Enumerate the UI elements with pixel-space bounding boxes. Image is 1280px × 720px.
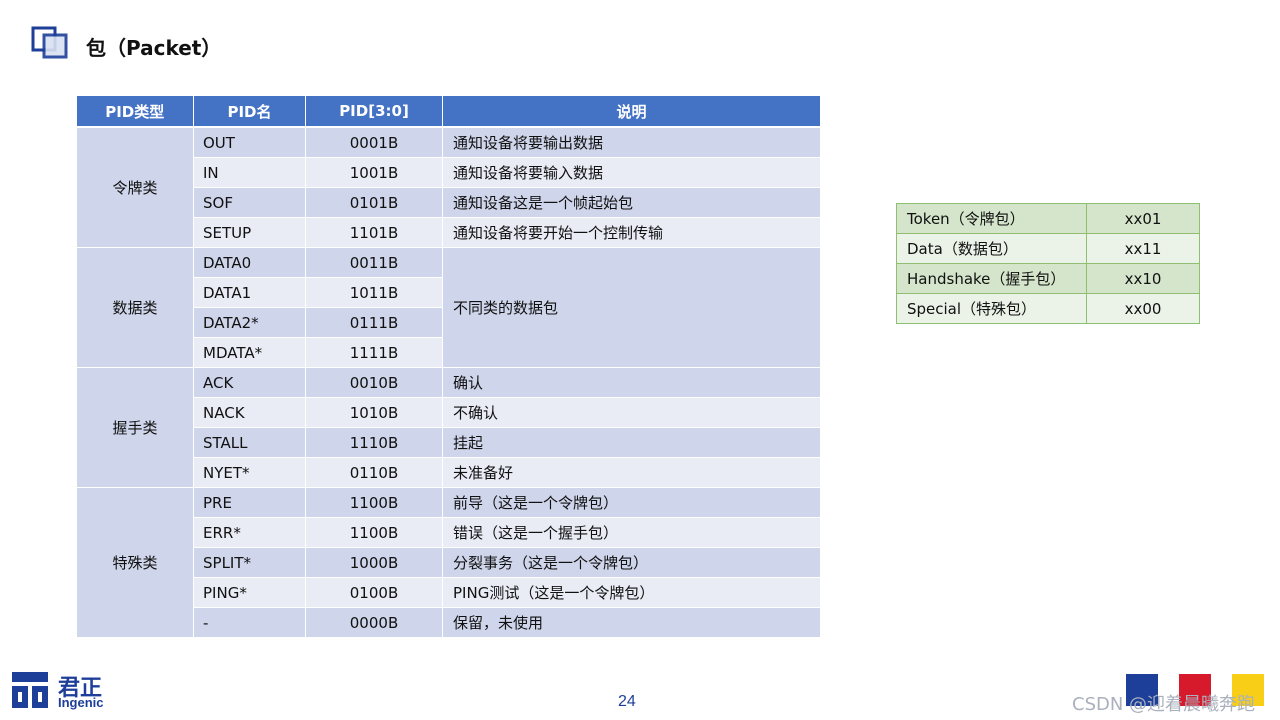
pid-code: 0100B xyxy=(305,577,443,608)
table-row: 特殊类 PRE 1100B 前导（这是一个令牌包） xyxy=(76,487,821,638)
group-special: 特殊类 xyxy=(76,487,194,638)
page-number: 24 xyxy=(618,693,636,710)
overlapping-squares-icon xyxy=(31,26,68,59)
summary-value: xx11 xyxy=(1086,233,1200,264)
pid-name: NACK xyxy=(193,397,306,428)
table-row: Data（数据包） xx11 xyxy=(896,233,1200,264)
group-handshake: 握手类 xyxy=(76,367,194,488)
pid-name: DATA2* xyxy=(193,307,306,338)
group-data: 数据类 xyxy=(76,247,194,368)
table-row: 数据类 DATA0 0011B 不同类的数据包 xyxy=(76,247,821,368)
pid-name: OUT xyxy=(193,126,306,158)
pid-code: 0000B xyxy=(305,607,443,638)
pid-code: 1011B xyxy=(305,277,443,308)
pid-code: 1100B xyxy=(305,517,443,548)
ingenic-mark-icon xyxy=(12,672,48,708)
header-pid-bits: PID[3:0] xyxy=(305,96,443,128)
pid-desc: 通知设备将要输出数据 xyxy=(442,126,821,158)
pid-desc: PING测试（这是一个令牌包） xyxy=(442,577,821,608)
csdn-watermark: CSDN @迎着晨曦奔跑 xyxy=(1072,694,1256,715)
pid-name: ACK xyxy=(193,367,306,398)
pid-code: 1111B xyxy=(305,337,443,368)
pid-name: STALL xyxy=(193,427,306,458)
pid-code: 1100B xyxy=(305,487,443,518)
header-pid-type: PID类型 xyxy=(76,96,194,128)
header-pid-name: PID名 xyxy=(193,96,306,128)
pid-name: DATA0 xyxy=(193,247,306,278)
pid-name: PRE xyxy=(193,487,306,518)
pid-code: 0011B xyxy=(305,247,443,278)
pid-desc: 未准备好 xyxy=(442,457,821,488)
pid-name: IN xyxy=(193,157,306,188)
pid-code: 0010B xyxy=(305,367,443,398)
pid-desc: 通知设备这是一个帧起始包 xyxy=(442,187,821,218)
table-row: Token（令牌包） xx01 xyxy=(896,203,1200,234)
pid-suffix-table: Token（令牌包） xx01 Data（数据包） xx11 Handshake… xyxy=(896,203,1200,324)
summary-value: xx10 xyxy=(1086,263,1200,294)
table-header-row: PID类型 PID名 PID[3:0] 说明 xyxy=(76,96,821,128)
table-row: 令牌类 OUT 0001B 通知设备将要输出数据 xyxy=(76,126,821,248)
pid-code: 1001B xyxy=(305,157,443,188)
table-row: Special（特殊包） xx00 xyxy=(896,293,1200,324)
table-row: Handshake（握手包） xx10 xyxy=(896,263,1200,294)
pid-name: PING* xyxy=(193,577,306,608)
logo-english-text: Ingenic xyxy=(58,695,104,710)
pid-desc: 挂起 xyxy=(442,427,821,458)
pid-desc: 保留，未使用 xyxy=(442,607,821,638)
page-title: 包（Packet） xyxy=(86,36,222,60)
header-description: 说明 xyxy=(442,96,821,128)
pid-name: NYET* xyxy=(193,457,306,488)
pid-name: ERR* xyxy=(193,517,306,548)
pid-desc-shared: 不同类的数据包 xyxy=(442,247,821,368)
pid-code: 0001B xyxy=(305,126,443,158)
pid-code: 1000B xyxy=(305,547,443,578)
summary-label: Token（令牌包） xyxy=(896,203,1087,234)
pid-desc: 确认 xyxy=(442,367,821,398)
group-token: 令牌类 xyxy=(76,126,194,248)
summary-label: Special（特殊包） xyxy=(896,293,1087,324)
pid-name: - xyxy=(193,607,306,638)
pid-desc: 不确认 xyxy=(442,397,821,428)
pid-code: 1110B xyxy=(305,427,443,458)
pid-name: SETUP xyxy=(193,217,306,248)
pid-name: MDATA* xyxy=(193,337,306,368)
pid-name: DATA1 xyxy=(193,277,306,308)
summary-label: Handshake（握手包） xyxy=(896,263,1087,294)
pid-name: SOF xyxy=(193,187,306,218)
summary-value: xx00 xyxy=(1086,293,1200,324)
pid-table: PID类型 PID名 PID[3:0] 说明 令牌类 OUT 0001B 通知设… xyxy=(76,96,821,638)
table-row: 握手类 ACK 0010B 确认 xyxy=(76,367,821,488)
summary-value: xx01 xyxy=(1086,203,1200,234)
pid-desc: 通知设备将要输入数据 xyxy=(442,157,821,188)
pid-desc: 前导（这是一个令牌包） xyxy=(442,487,821,518)
summary-label: Data（数据包） xyxy=(896,233,1087,264)
pid-name: SPLIT* xyxy=(193,547,306,578)
pid-code: 0110B xyxy=(305,457,443,488)
pid-desc: 错误（这是一个握手包） xyxy=(442,517,821,548)
pid-desc: 通知设备将要开始一个控制传输 xyxy=(442,217,821,248)
pid-code: 0101B xyxy=(305,187,443,218)
pid-code: 1101B xyxy=(305,217,443,248)
pid-desc: 分裂事务（这是一个令牌包） xyxy=(442,547,821,578)
pid-code: 1010B xyxy=(305,397,443,428)
pid-code: 0111B xyxy=(305,307,443,338)
